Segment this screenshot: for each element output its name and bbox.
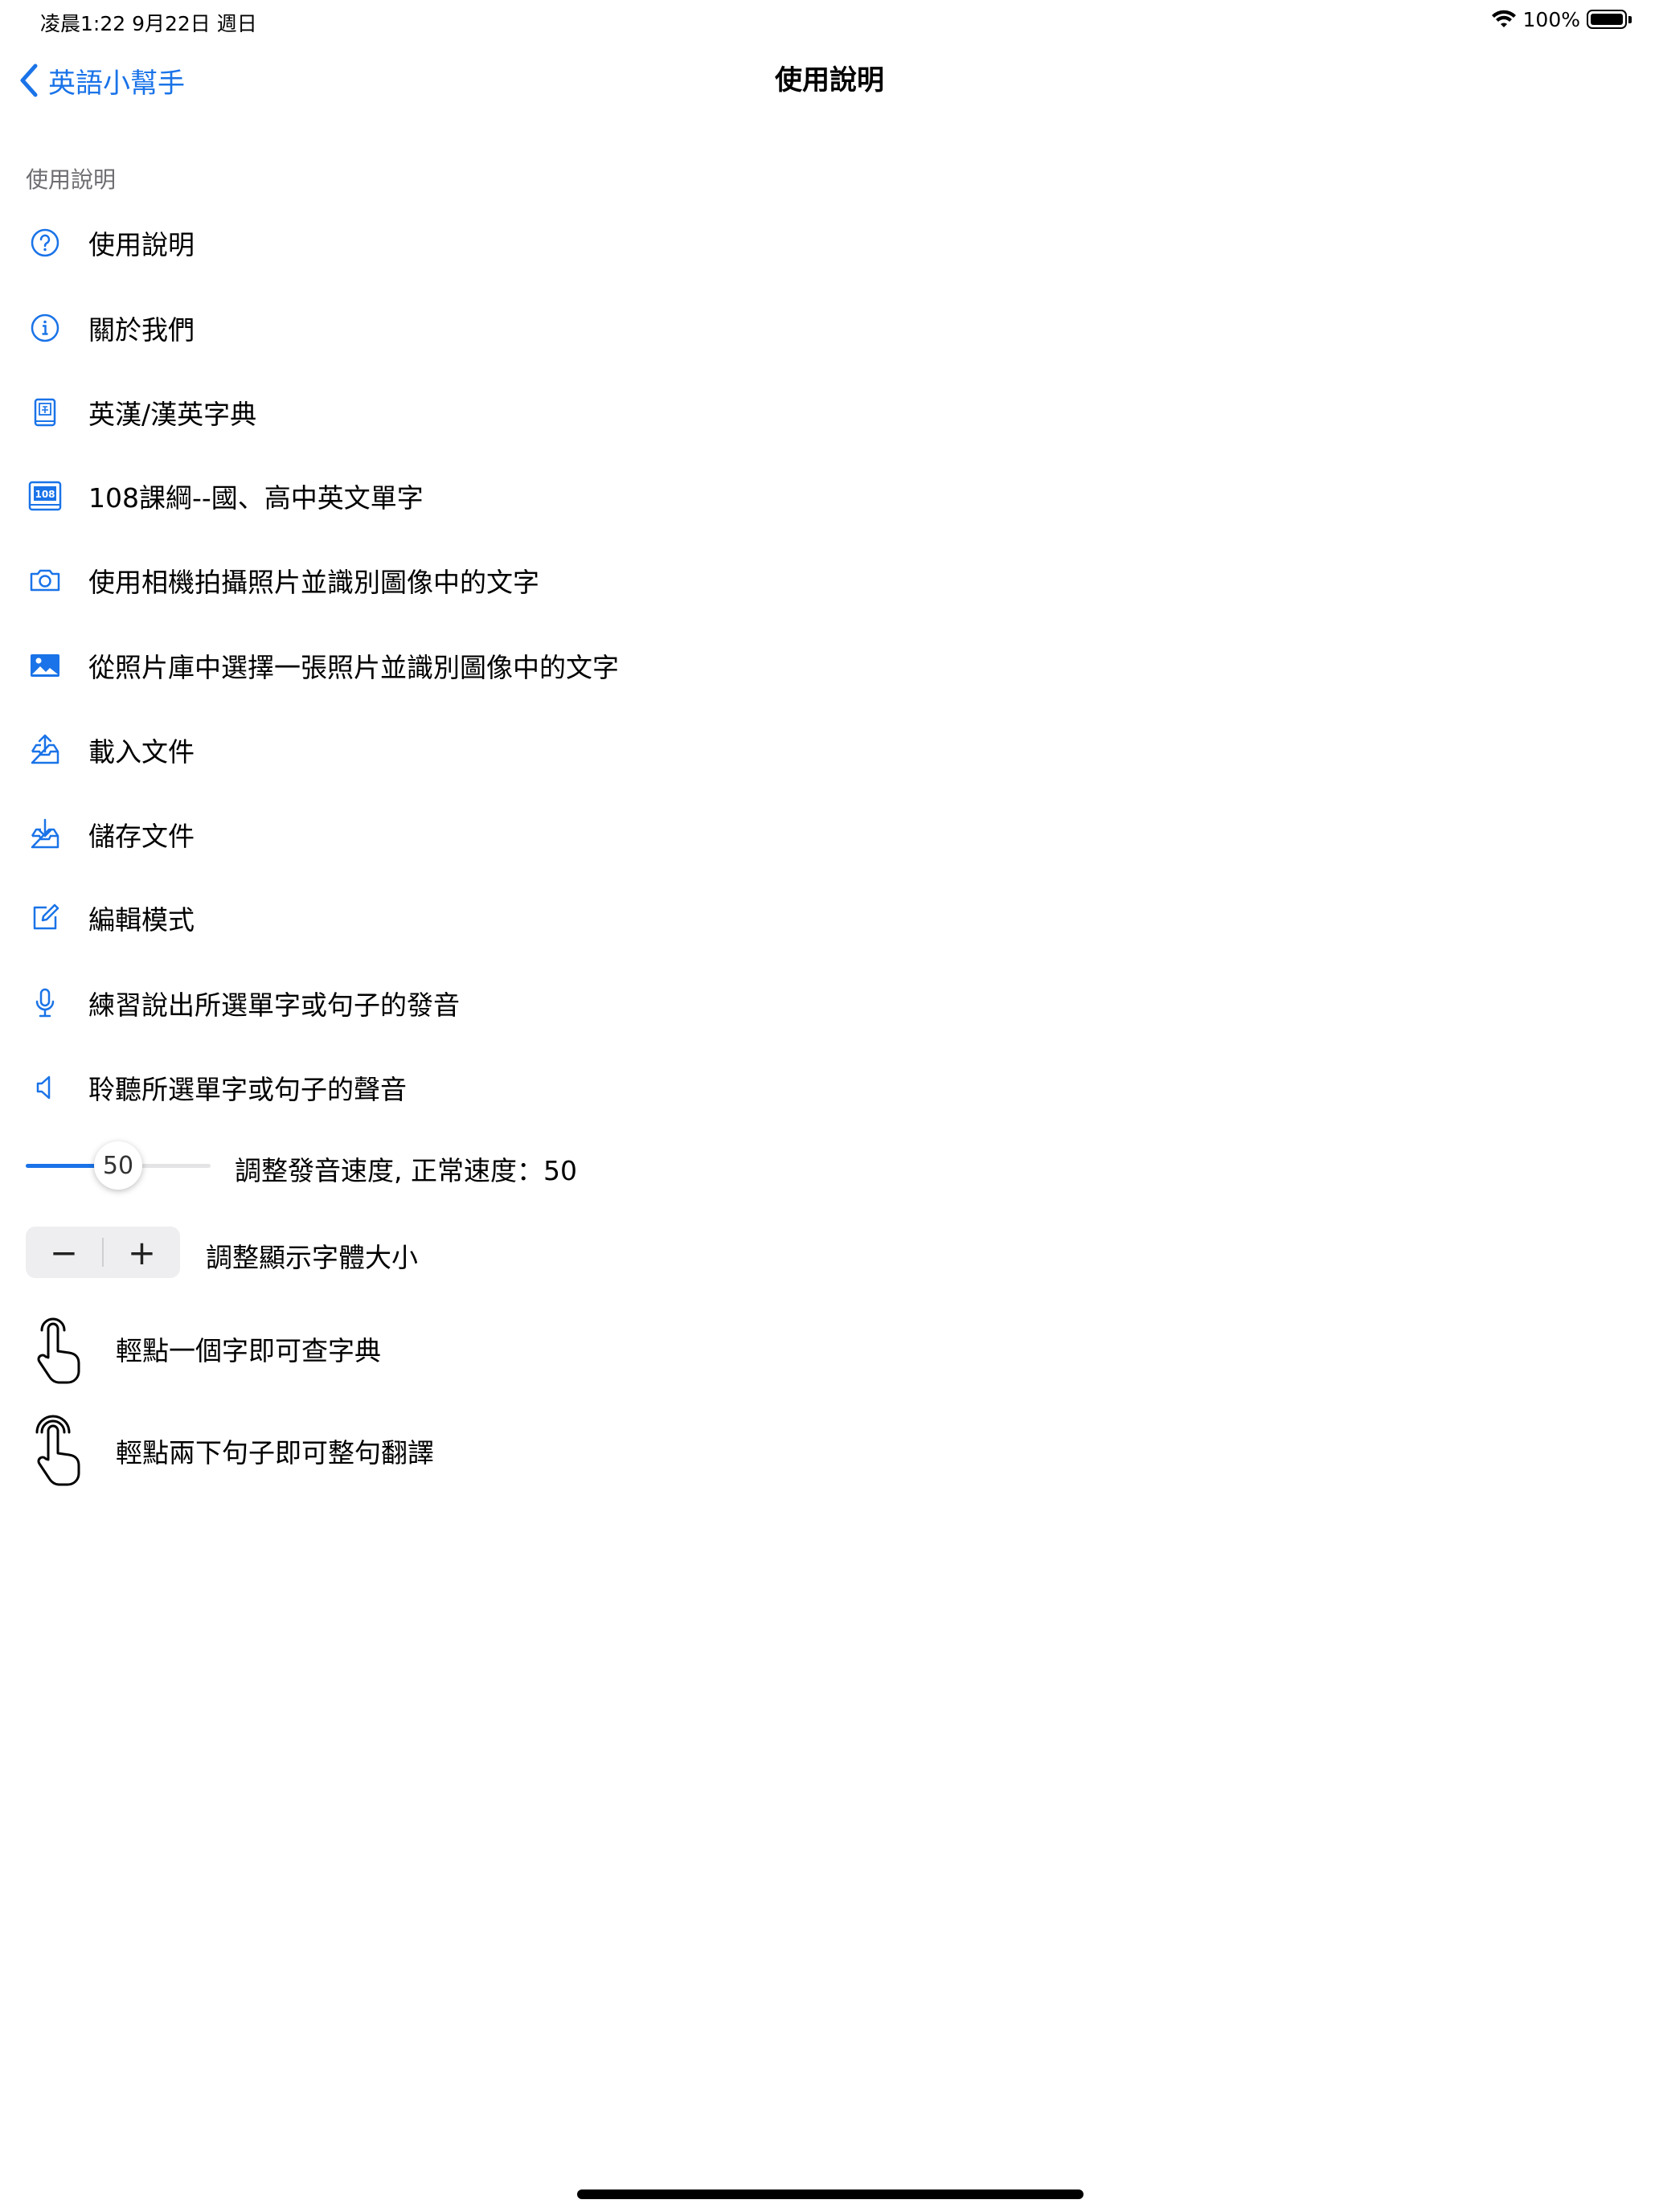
gesture-single-tap: 輕點一個字即可查字典 — [31, 1313, 381, 1385]
wifi-icon — [1491, 10, 1516, 27]
list-item-load-document[interactable]: 載入文件 — [26, 718, 195, 782]
slider-label: 調整發音速度, 正常速度：50 — [235, 1155, 577, 1186]
battery-nub — [1628, 15, 1632, 23]
svg-text:108: 108 — [35, 489, 55, 500]
dictionary-book-icon — [26, 393, 64, 432]
speech-speed-slider[interactable]: 50 — [26, 1133, 211, 1198]
book-108-icon: 108 — [26, 477, 64, 515]
list-item-label: 聆聽所選單字或句子的聲音 — [88, 1074, 407, 1105]
page-title: 使用說明 — [775, 64, 884, 96]
list-item-save-document[interactable]: 儲存文件 — [26, 802, 195, 866]
navigation-bar: 使用說明 英語小幫手 — [0, 48, 1659, 113]
list-item-108-vocabulary[interactable]: 108 108課綱--國、高中英文單字 — [26, 464, 424, 528]
status-indicators: 100% — [1491, 6, 1632, 32]
list-item-label: 儲存文件 — [88, 821, 195, 852]
question-circle-icon — [26, 223, 64, 262]
edit-square-icon — [26, 899, 64, 937]
list-item-speak-practice[interactable]: 練習說出所選單字或句子的發音 — [26, 971, 460, 1035]
status-time: 凌晨1:22 9月22日 週日 — [40, 12, 257, 35]
gesture-label: 輕點兩下句子即可整句翻譯 — [116, 1437, 434, 1469]
gesture-label: 輕點一個字即可查字典 — [116, 1335, 381, 1366]
increase-font-button[interactable]: + — [104, 1227, 180, 1278]
gesture-double-tap: 輕點兩下句子即可整句翻譯 — [31, 1415, 434, 1487]
list-item-dictionary[interactable]: 英漢/漢英字典 — [26, 380, 256, 444]
microphone-icon — [26, 984, 64, 1022]
camera-icon — [26, 561, 64, 600]
tray-upload-icon — [26, 731, 64, 769]
back-button-label: 英語小幫手 — [48, 67, 185, 100]
list-item-about[interactable]: 關於我們 — [26, 296, 195, 360]
list-item-label: 使用說明 — [88, 229, 195, 260]
list-item-camera-ocr[interactable]: 使用相機拍攝照片並識別圖像中的文字 — [26, 548, 539, 612]
status-bar: 凌晨1:22 9月22日 週日 100% — [0, 0, 1659, 40]
list-item-label: 108課綱--國、高中英文單字 — [88, 482, 424, 514]
list-item-label: 編輯模式 — [88, 904, 195, 936]
decrease-font-button[interactable]: − — [26, 1227, 102, 1278]
home-indicator — [577, 2189, 1083, 2199]
list-item-edit-mode[interactable]: 編輯模式 — [26, 886, 195, 950]
list-item-label: 關於我們 — [88, 314, 195, 346]
list-item-label: 載入文件 — [88, 736, 195, 768]
battery-percent: 100% — [1522, 7, 1580, 31]
list-item-listen[interactable]: 聆聽所選單字或句子的聲音 — [26, 1055, 407, 1120]
list-item-label: 使用相機拍攝照片並識別圖像中的文字 — [88, 567, 539, 598]
speaker-icon — [26, 1068, 64, 1107]
double-tap-hand-icon — [35, 1415, 80, 1486]
list-item-label: 練習說出所選單字或句子的發音 — [88, 989, 460, 1021]
stepper-label: 調整顯示字體大小 — [206, 1242, 418, 1273]
slider-thumb[interactable]: 50 — [94, 1141, 142, 1190]
font-size-stepper[interactable]: − + — [26, 1227, 180, 1278]
tray-download-icon — [26, 815, 64, 854]
chevron-left-icon — [20, 63, 38, 97]
section-header: 使用說明 — [26, 166, 117, 193]
list-item-help[interactable]: 使用說明 — [26, 211, 195, 275]
back-button[interactable]: 英語小幫手 — [18, 56, 185, 104]
list-item-label: 英漢/漢英字典 — [88, 399, 257, 430]
list-item-photo-library-ocr[interactable]: 從照片庫中選擇一張照片並識別圖像中的文字 — [26, 633, 619, 698]
single-tap-hand-icon — [37, 1317, 80, 1384]
battery-icon — [1587, 10, 1627, 29]
info-circle-icon — [26, 309, 64, 347]
list-item-label: 從照片庫中選擇一張照片並識別圖像中的文字 — [88, 652, 619, 683]
photo-icon — [26, 646, 64, 685]
